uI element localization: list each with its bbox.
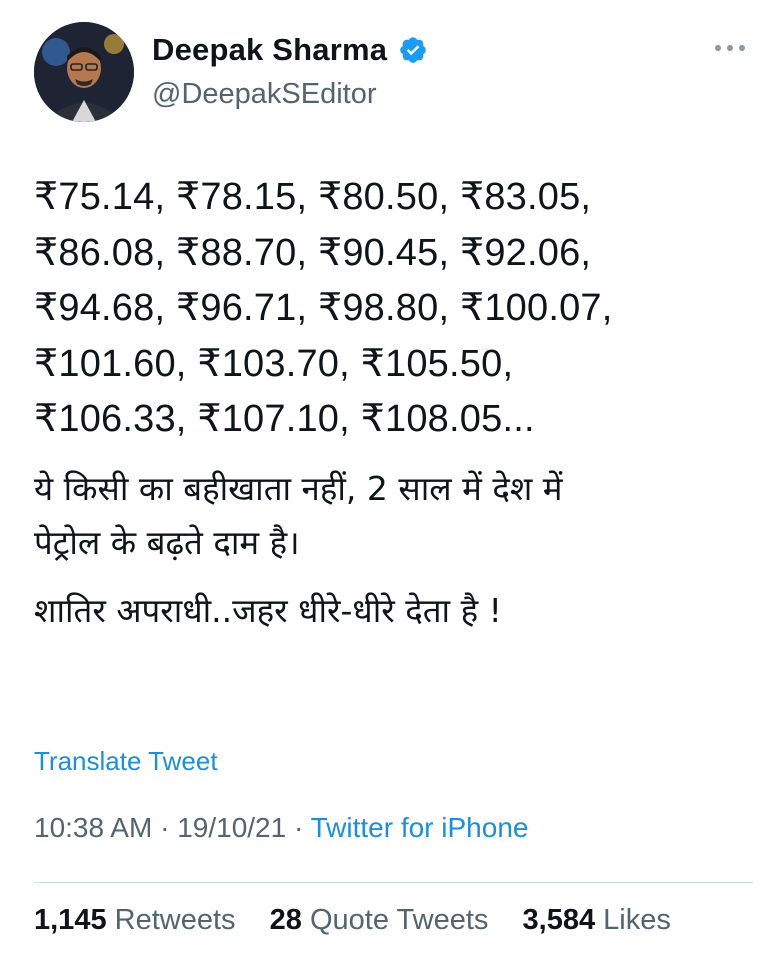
translate-tweet-link[interactable]: Translate Tweet [34, 746, 218, 777]
quotes-count: 28 [269, 904, 302, 936]
author-handle[interactable]: @DeepakSEditor [152, 78, 428, 111]
price-line: ₹94.68, ₹96.71, ₹98.80, ₹100.07, [34, 287, 613, 329]
tweet-time[interactable]: 10:38 AM [34, 812, 152, 843]
price-line: ₹86.08, ₹88.70, ₹90.45, ₹92.06, [34, 231, 592, 274]
price-line: ₹106.33, ₹107.10, ₹108.05... [34, 398, 535, 440]
hindi-line: पेट्रोल के बढ़ते दाम है। [34, 522, 300, 562]
quote-tweets-stat[interactable]: 28 Quote Tweets [270, 904, 489, 936]
retweets-count: 1,145 [34, 904, 107, 936]
tweet-meta: 10:38 AM · 19/10/21 · Twitter for iPhone [34, 812, 528, 844]
quotes-label: Quote Tweets [309, 904, 489, 936]
meta-separator: · [293, 812, 304, 843]
tweet-header: Deepak Sharma @DeepakSEditor [34, 22, 754, 132]
retweets-stat[interactable]: 1,145 Retweets [34, 904, 236, 936]
likes-stat[interactable]: 3,584 Likes [523, 904, 671, 936]
meta-separator: · [160, 812, 170, 843]
price-list: ₹75.14, ₹78.15, ₹80.50, ₹83.05, ₹86.08, … [34, 170, 754, 448]
tweet-stats: 1,145 Retweets 28 Quote Tweets 3,584 Lik… [34, 904, 671, 937]
tweet-card: Deepak Sharma @DeepakSEditor ₹75.14, ₹78… [0, 0, 783, 960]
author-info: Deepak Sharma @DeepakSEditor [152, 32, 428, 111]
tweet-text: ₹75.14, ₹78.15, ₹80.50, ₹83.05, ₹86.08, … [34, 170, 754, 638]
tweet-source-link[interactable]: Twitter for iPhone [311, 812, 529, 843]
hindi-line: शातिर अपराधी..जहर धीरे-धीरे देता है ! [34, 590, 502, 630]
hindi-paragraph-1: ये किसी का बहीखाता नहीं, 2 साल में देश म… [34, 462, 754, 570]
price-line: ₹101.60, ₹103.70, ₹105.50, [34, 342, 514, 385]
likes-label: Likes [603, 904, 671, 936]
tweet-date[interactable]: 19/10/21 [177, 812, 286, 843]
more-options-icon[interactable] [712, 42, 748, 54]
likes-count: 3,584 [522, 904, 596, 936]
retweets-label: Retweets [114, 904, 236, 936]
verified-badge-icon [399, 37, 426, 63]
hindi-paragraph-2: शातिर अपराधी..जहर धीरे-धीरे देता है ! [34, 584, 754, 638]
hindi-line: ये किसी का बहीखाता नहीं, 2 साल में देश म… [34, 468, 563, 508]
author-avatar[interactable] [34, 22, 134, 122]
author-display-name[interactable]: Deepak Sharma [152, 32, 387, 68]
price-line: ₹75.14, ₹78.15, ₹80.50, ₹83.05, [34, 176, 592, 218]
divider [34, 882, 753, 883]
